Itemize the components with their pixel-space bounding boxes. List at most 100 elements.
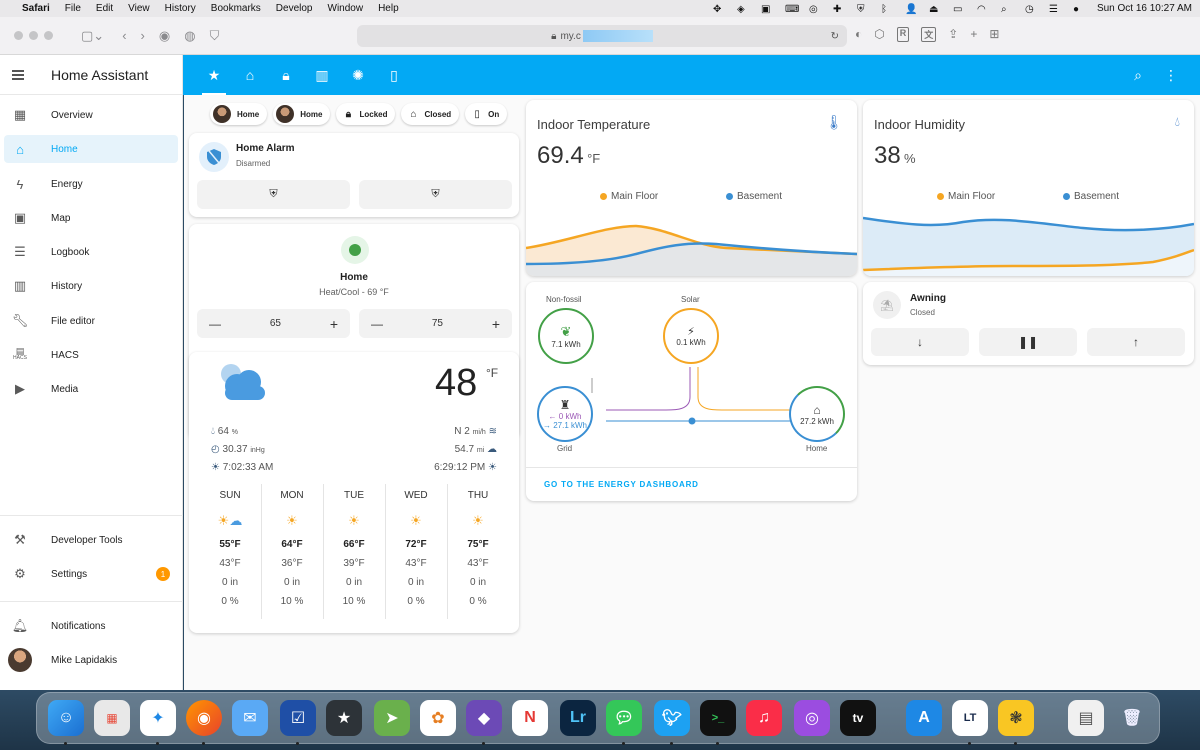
menu-app[interactable]: Safari <box>22 3 50 14</box>
finder-icon[interactable]: ☺ <box>48 700 84 736</box>
sidebar-item-developer-tools[interactable]: ⚒ Developer Tools <box>4 526 178 554</box>
menu-view[interactable]: View <box>128 3 150 14</box>
things-icon[interactable]: ☑ <box>280 700 316 736</box>
extension-icon[interactable]: ◉ <box>159 28 170 44</box>
mail-icon[interactable]: ✉ <box>232 700 268 736</box>
firefox-icon[interactable]: ◉ <box>186 700 222 736</box>
tab-overview-icon[interactable]: ⊞ <box>989 27 999 42</box>
chip-garage[interactable]: ⌂ Closed <box>401 103 460 125</box>
chip-power[interactable]: ▯ On <box>465 103 508 125</box>
energy-dashboard-link[interactable]: GO TO THE ENERGY DASHBOARD <box>544 480 699 489</box>
menubar-clock[interactable]: Sun Oct 16 10:27 AM <box>1097 3 1192 14</box>
twitter-icon[interactable]: 🐦︎ <box>654 700 690 736</box>
spotlight-icon[interactable]: ⌕ <box>1001 4 1013 15</box>
translate-icon[interactable]: 文 <box>921 27 937 42</box>
sidebar-item-logbook[interactable]: ☰ Logbook <box>4 238 178 266</box>
app-store-icon[interactable]: A <box>906 700 942 736</box>
music-icon[interactable]: ♫ <box>746 700 782 736</box>
zoom-window-button[interactable] <box>44 31 53 40</box>
pocket-icon[interactable]: ⛉ <box>210 28 220 44</box>
forward-icon[interactable]: › <box>141 28 145 43</box>
grid-node[interactable]: ♜ ← 0 kWh → 27.1 kWh <box>537 386 593 442</box>
awning-stop-button[interactable]: ❚❚ <box>979 328 1077 356</box>
sidebar-item-history[interactable]: ▥ History <box>4 272 178 300</box>
more-vert-icon[interactable]: ⋮ <box>1164 67 1178 84</box>
sidebar-item-media[interactable]: ▶ Media <box>4 375 178 403</box>
sidebar-item-energy[interactable]: ϟ Energy <box>4 170 178 198</box>
privacy-icon[interactable]: ◐ <box>855 27 862 42</box>
languagetool-icon[interactable]: LT <box>952 700 988 736</box>
move-icon[interactable]: ✥ <box>713 4 725 15</box>
downloads-folder-icon[interactable]: ▤ <box>1068 700 1104 736</box>
apple-tv-icon[interactable]: tv <box>840 700 876 736</box>
reload-icon[interactable]: ↻ <box>831 31 839 42</box>
low-increase-button[interactable]: + <box>330 316 338 332</box>
messages-icon[interactable]: 💬︎ <box>606 700 642 736</box>
arm-home-button[interactable]: ⛨ <box>197 180 350 209</box>
user-icon[interactable]: 👤 <box>905 4 917 15</box>
terminal-icon[interactable]: >_ <box>700 700 736 736</box>
news-icon[interactable]: N <box>512 700 548 736</box>
screen-icon[interactable]: ▣ <box>761 4 773 15</box>
wifi-icon[interactable]: ◠ <box>977 4 989 15</box>
shield-icon[interactable]: ⛨ <box>857 4 869 15</box>
sidebar-item-home[interactable]: ⌂ Home <box>4 135 178 163</box>
reeder-icon[interactable]: ★ <box>326 700 362 736</box>
chip-person-1[interactable]: Home <box>210 103 268 125</box>
extension-2-icon[interactable]: ◍ <box>184 28 195 44</box>
share-icon[interactable]: ⇪ <box>948 27 958 42</box>
bluetooth-icon[interactable]: ᛒ <box>881 4 893 15</box>
tab-climate[interactable]: ▥ <box>304 55 340 95</box>
photos-icon[interactable]: ✿ <box>420 700 456 736</box>
launchpad-icon[interactable]: ▦ <box>94 700 130 736</box>
lightroom-icon[interactable]: Lr <box>560 700 596 736</box>
menu-help[interactable]: Help <box>378 3 399 14</box>
tab-favorites[interactable]: ★ <box>196 55 232 95</box>
sidebar-item-settings[interactable]: ⚙ Settings 1 <box>4 560 178 588</box>
sidebar-toggle-icon[interactable]: ▢⌄ <box>81 28 104 44</box>
chip-person-2[interactable]: Home <box>273 103 331 125</box>
siri-icon[interactable]: ● <box>1073 4 1085 15</box>
sidebar-item-user[interactable]: Mike Lapidakis <box>4 646 178 674</box>
close-window-button[interactable] <box>14 31 23 40</box>
chip-lock[interactable]: 🔒︎ Locked <box>336 103 396 125</box>
timemachine-icon[interactable]: ◷ <box>1025 4 1037 15</box>
diamond-icon[interactable]: ◈ <box>737 4 749 15</box>
trash-icon[interactable]: 🗑︎ <box>1114 700 1150 736</box>
sidebar-item-overview[interactable]: ▦ Overview <box>4 101 178 129</box>
safari-icon[interactable]: ✦ <box>140 700 176 736</box>
menu-develop[interactable]: Develop <box>276 3 313 14</box>
tab-home[interactable]: ⌂ <box>232 55 268 95</box>
arm-away-button[interactable]: ⛨ <box>359 180 512 209</box>
keyboard-icon[interactable]: ⌨ <box>785 4 799 15</box>
menu-bookmarks[interactable]: Bookmarks <box>211 3 261 14</box>
sidebar-item-map[interactable]: ▣ Map <box>4 204 178 232</box>
menu-file[interactable]: File <box>65 3 81 14</box>
readwise-icon[interactable]: R <box>896 27 910 42</box>
solar-node[interactable]: ⚡ 0.1 kWh <box>663 308 719 364</box>
minimize-window-button[interactable] <box>29 31 38 40</box>
high-increase-button[interactable]: + <box>492 316 500 332</box>
awning-close-button[interactable]: ↓ <box>871 328 969 356</box>
podcasts-icon[interactable]: ◎ <box>794 700 830 736</box>
search-icon[interactable]: ⌕ <box>1134 67 1142 84</box>
tab-devices[interactable]: ▯ <box>376 55 412 95</box>
awning-open-button[interactable]: ↑ <box>1087 328 1185 356</box>
nonfossil-node[interactable]: ❦ 7.1 kWh <box>538 308 594 364</box>
vpn-icon[interactable]: ◎ <box>809 4 821 15</box>
back-icon[interactable]: ‹ <box>122 28 126 43</box>
high-decrease-button[interactable]: — <box>371 317 383 331</box>
sidebar-item-notifications[interactable]: 🔔︎ Notifications <box>4 612 178 640</box>
tes-icon[interactable]: ❃ <box>998 700 1034 736</box>
menu-history[interactable]: History <box>165 3 196 14</box>
address-bar[interactable]: 🔒︎ my.c ↻ <box>357 25 847 47</box>
sidebar-item-file-editor[interactable]: 🔧︎ File editor <box>4 307 178 335</box>
menu-window[interactable]: Window <box>328 3 364 14</box>
eject-icon[interactable]: ⏏ <box>929 4 941 15</box>
low-decrease-button[interactable]: — <box>209 317 221 331</box>
maps-icon[interactable]: ➤ <box>374 700 410 736</box>
tab-fan[interactable]: ✺ <box>340 55 376 95</box>
obsidian-icon[interactable]: ◆ <box>466 700 502 736</box>
box-icon[interactable]: ⬡ <box>874 27 884 42</box>
home-node[interactable]: ⌂ 27.2 kWh <box>789 386 845 442</box>
